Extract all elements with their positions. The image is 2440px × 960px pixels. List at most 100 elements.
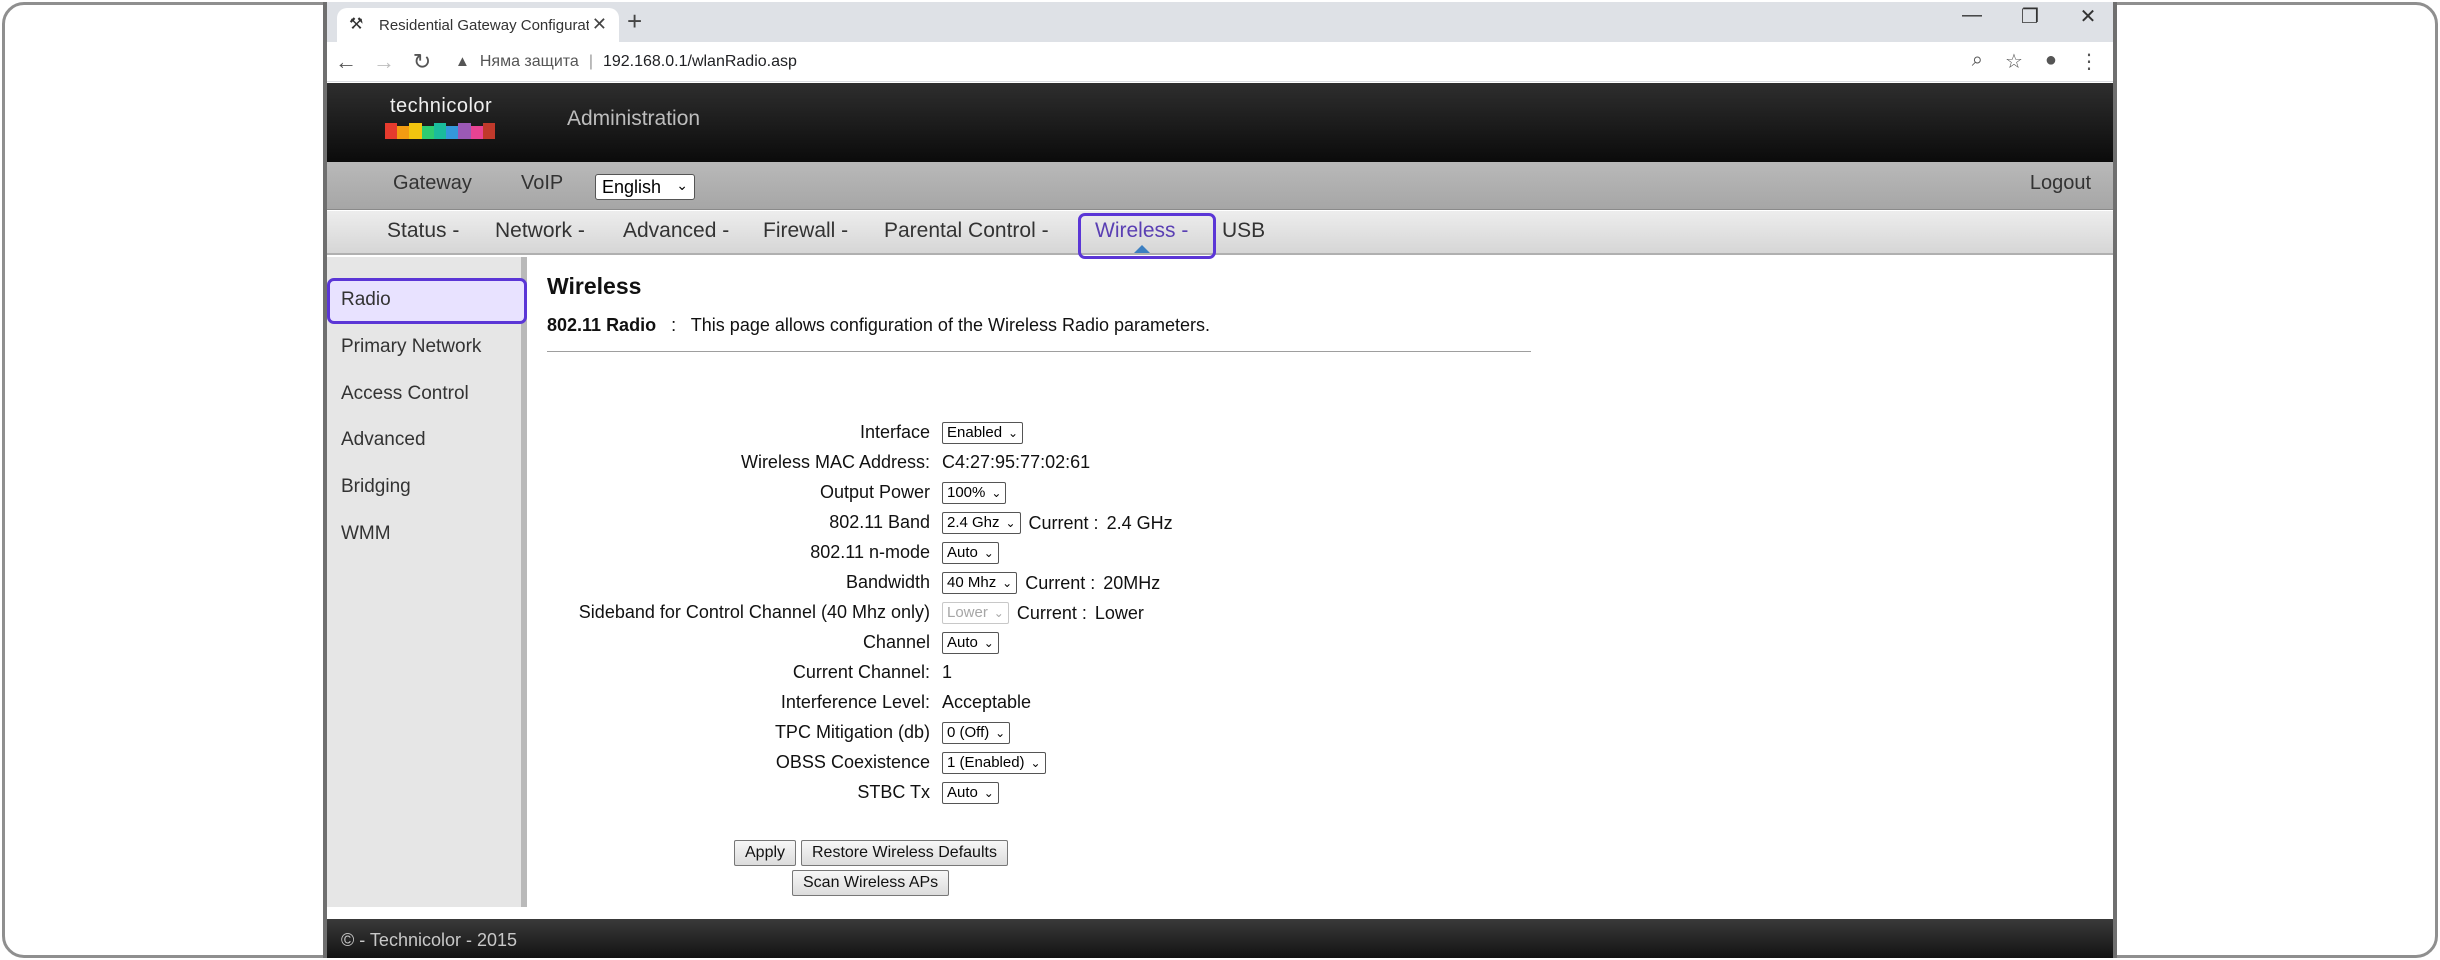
subnav-status[interactable]: Status - [387, 219, 459, 243]
sidebar-item-advanced[interactable]: Advanced [341, 429, 426, 451]
profile-avatar-icon[interactable]: ● [2045, 49, 2057, 74]
more-menu-icon[interactable]: ⋮ [2079, 49, 2099, 74]
close-tab-icon[interactable]: ✕ [592, 14, 607, 35]
omnibox[interactable]: ▲ Няма защита | 192.168.0.1/wlanRadio.as… [455, 47, 1972, 77]
output-power-label: Output Power [819, 482, 930, 502]
language-select[interactable]: English ⌄ [595, 174, 695, 200]
subnav-network[interactable]: Network - [495, 219, 585, 243]
sidebar-item-radio[interactable]: Radio [341, 289, 391, 311]
url-text[interactable]: 192.168.0.1/wlanRadio.asp [603, 53, 797, 71]
current-channel-value: 1 [942, 662, 953, 682]
bandwidth-row: Bandwidth 40 Mhz ⌄ Current : 20MHz [547, 570, 1547, 596]
header-banner: technicolor Administration [327, 83, 2113, 162]
gateway-favicon-icon: ⚒ [349, 16, 364, 33]
nav-gateway[interactable]: Gateway [393, 172, 472, 195]
band-select[interactable]: 2.4 Ghz ⌄ [942, 512, 1021, 534]
interface-value: Enabled [947, 424, 1003, 441]
minimize-button[interactable]: — [1957, 4, 1987, 29]
obss-select[interactable]: 1 (Enabled) ⌄ [942, 752, 1046, 774]
omnibox-actions: ⌕ ☆ ● ⋮ [1972, 49, 2099, 74]
logo-color-bar [446, 126, 459, 139]
subnav-advanced[interactable]: Advanced - [623, 219, 729, 243]
output-power-value: 100% [947, 484, 986, 501]
subnav-wireless[interactable]: Wireless - [1095, 219, 1188, 243]
nmode-label: 802.11 n-mode [810, 542, 930, 562]
logout-link[interactable]: Logout [2030, 172, 2091, 195]
channel-label: Channel [862, 632, 930, 652]
interface-row: Interface Enabled ⌄ [547, 420, 1547, 446]
copyright-text: © - Technicolor - 2015 [341, 930, 518, 950]
logo-color-bar [433, 123, 447, 139]
new-tab-button[interactable]: + [627, 6, 642, 37]
warning-triangle-icon[interactable]: ▲ [455, 53, 470, 70]
logo-color-bar [397, 126, 410, 139]
subnav-parental-control[interactable]: Parental Control - [884, 219, 1049, 243]
nmode-select[interactable]: Auto ⌄ [942, 542, 999, 564]
output-power-select[interactable]: 100% ⌄ [942, 482, 1007, 504]
channel-value: Auto [947, 634, 978, 651]
bandwidth-select[interactable]: 40 Mhz ⌄ [942, 572, 1018, 594]
logo-color-bar [409, 123, 422, 139]
logo-color-bar [458, 123, 471, 139]
logo-color-bar [482, 123, 495, 139]
current-channel-row: Current Channel: 1 [547, 660, 1547, 686]
band-current-label: Current : [1028, 512, 1099, 533]
page-title: Wireless [547, 273, 642, 299]
stbc-select[interactable]: Auto ⌄ [942, 782, 999, 804]
zoom-icon[interactable]: ⌕ [1972, 49, 1983, 74]
sidebar-item-bridging[interactable]: Bridging [341, 476, 411, 498]
sideband-value: Lower [947, 604, 988, 621]
tpc-select[interactable]: 0 (Off) ⌄ [942, 722, 1011, 744]
description-colon: : [671, 315, 677, 335]
close-window-button[interactable]: ✕ [2073, 4, 2103, 29]
description-heading: 802.11 Radio [547, 315, 657, 335]
description-text: This page allows configuration of the Wi… [690, 315, 1211, 335]
logo-color-bar [385, 123, 398, 139]
reload-icon[interactable]: ↻ [403, 49, 441, 75]
wireless-sidebar: Radio Primary Network Access Control Adv… [327, 257, 527, 907]
chevron-down-icon: ⌄ [676, 177, 688, 193]
current-channel-label: Current Channel: [792, 662, 930, 682]
restore-defaults-button[interactable]: Restore Wireless Defaults [801, 840, 1008, 866]
subnav-firewall[interactable]: Firewall - [763, 219, 848, 243]
divider [547, 351, 1531, 352]
technicolor-logo-text: technicolor [390, 95, 493, 117]
back-arrow-icon[interactable]: ← [327, 49, 365, 75]
chevron-down-icon: ⌄ [983, 546, 994, 560]
top-navigation: Gateway VoIP English ⌄ Logout [327, 162, 2113, 210]
browser-tab[interactable]: ⚒ Residential Gateway Configuratio ✕ [337, 8, 619, 42]
interface-select[interactable]: Enabled ⌄ [942, 422, 1024, 444]
sidebar-item-primary-network[interactable]: Primary Network [341, 336, 481, 358]
browser-window: ⚒ Residential Gateway Configuratio ✕ + —… [323, 2, 2117, 958]
subnav-usb[interactable]: USB [1222, 219, 1265, 243]
footer: © - Technicolor - 2015 [327, 919, 2113, 958]
address-bar: ← → ↻ ▲ Няма защита | 192.168.0.1/wlanRa… [327, 42, 2113, 82]
obss-row: OBSS Coexistence 1 (Enabled) ⌄ [547, 750, 1547, 776]
chevron-down-icon: ⌄ [983, 786, 994, 800]
active-caret-icon [1134, 245, 1150, 253]
security-status[interactable]: Няма защита [480, 53, 579, 71]
band-row: 802.11 Band 2.4 Ghz ⌄ Current : 2.4 GHz [547, 510, 1547, 536]
sideband-select[interactable]: Lower ⌄ [942, 602, 1009, 624]
sideband-current-label: Current : [1016, 602, 1087, 623]
nav-voip[interactable]: VoIP [521, 172, 563, 195]
scan-aps-button[interactable]: Scan Wireless APs [792, 870, 950, 896]
chevron-down-icon: ⌄ [1008, 426, 1019, 440]
band-label: 802.11 Band [829, 512, 930, 532]
bandwidth-label: Bandwidth [845, 572, 930, 592]
mac-row: Wireless MAC Address: C4:27:95:77:02:61 [547, 450, 1547, 476]
tpc-label: TPC Mitigation (db) [774, 722, 930, 742]
restore-button[interactable]: ❐ [2015, 4, 2045, 29]
chevron-down-icon: ⌄ [993, 606, 1004, 620]
sidebar-item-access-control[interactable]: Access Control [341, 383, 469, 405]
apply-button[interactable]: Apply [734, 840, 797, 866]
channel-select[interactable]: Auto ⌄ [942, 632, 999, 654]
sideband-row: Sideband for Control Channel (40 Mhz onl… [547, 600, 1547, 626]
tpc-row: TPC Mitigation (db) 0 (Off) ⌄ [547, 720, 1547, 746]
forward-arrow-icon[interactable]: → [365, 49, 403, 75]
chevron-down-icon: ⌄ [1005, 516, 1016, 530]
bandwidth-value: 40 Mhz [947, 574, 997, 591]
sidebar-item-wmm[interactable]: WMM [341, 523, 391, 545]
bookmark-star-icon[interactable]: ☆ [2005, 49, 2023, 74]
bandwidth-current-label: Current : [1025, 572, 1096, 593]
